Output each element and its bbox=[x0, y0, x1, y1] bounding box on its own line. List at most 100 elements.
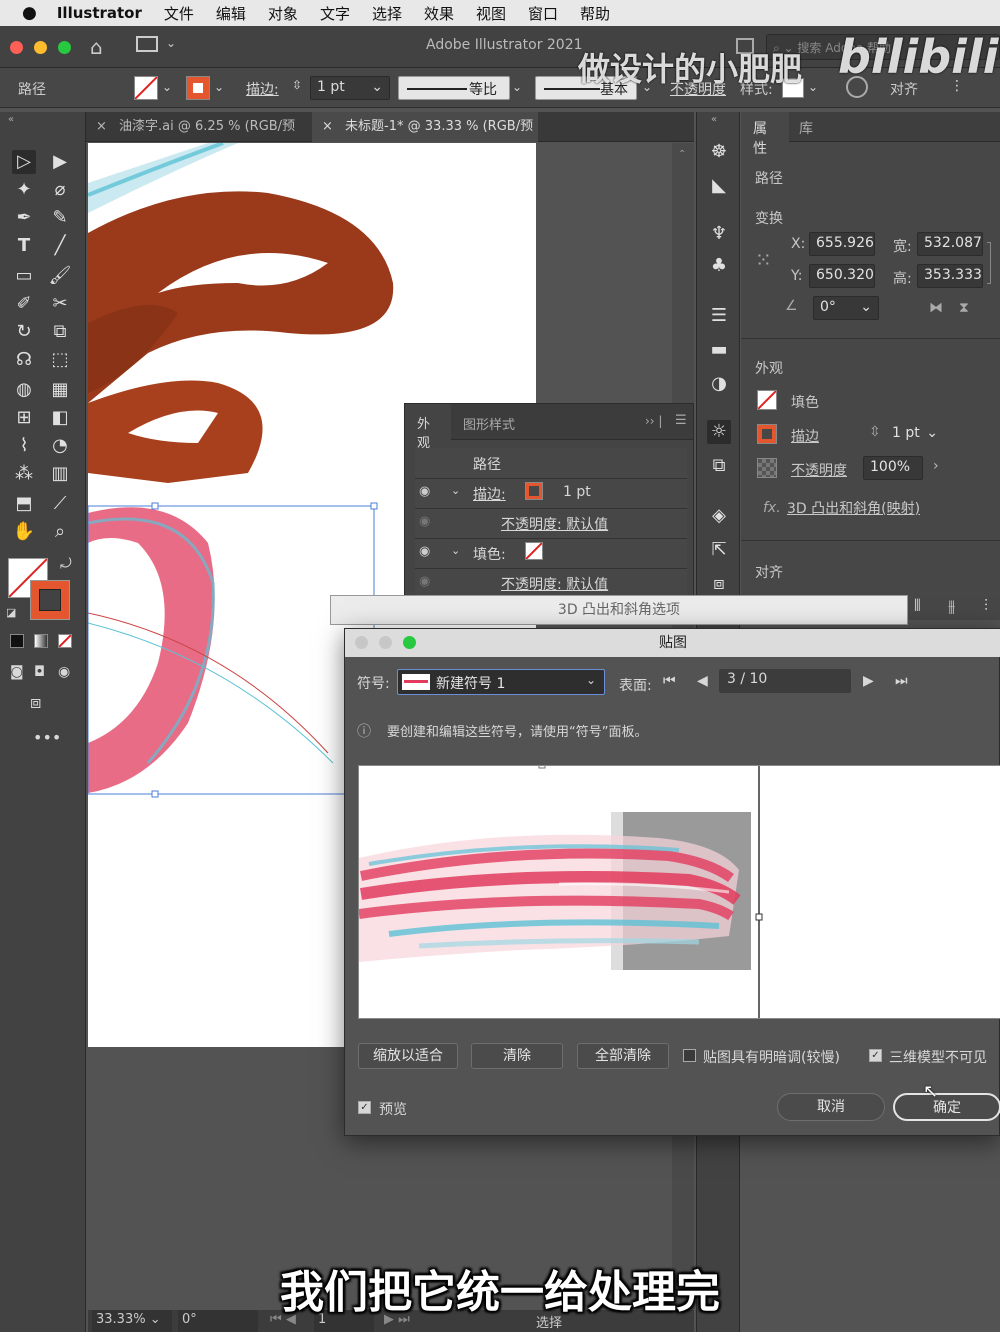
width-field[interactable]: 532.087 bbox=[917, 232, 983, 256]
panel-expand-icon[interactable]: ›› | bbox=[645, 414, 662, 428]
profile-chevron-icon[interactable]: ⌄ bbox=[512, 80, 522, 94]
menu-type[interactable]: 文字 bbox=[320, 3, 350, 24]
close-tab-icon[interactable]: × bbox=[96, 119, 107, 134]
y-field[interactable]: 650.320 bbox=[809, 264, 875, 288]
flip-vertical-icon[interactable]: ⧗ bbox=[959, 300, 969, 316]
fill-swatch[interactable] bbox=[525, 542, 543, 560]
tab-libraries[interactable]: 库 bbox=[799, 118, 813, 138]
expand-chevron-icon[interactable]: ⌄ bbox=[451, 484, 460, 497]
tab-appearance[interactable]: 外观 bbox=[405, 404, 451, 451]
visibility-eye-icon[interactable]: ◉ bbox=[419, 514, 430, 529]
close-window-button[interactable] bbox=[10, 41, 23, 54]
shade-artwork-checkbox[interactable] bbox=[683, 1049, 696, 1062]
menu-select[interactable]: 选择 bbox=[372, 3, 402, 24]
default-colors-icon[interactable]: ◪ bbox=[6, 606, 16, 619]
menu-edit[interactable]: 编辑 bbox=[216, 3, 246, 24]
zoom-tool-icon[interactable]: ⌕ bbox=[48, 520, 72, 544]
menu-help[interactable]: 帮助 bbox=[580, 3, 610, 24]
next-surface-icon[interactable]: ▶ bbox=[863, 673, 874, 689]
tab-document-2[interactable]: × 未标题-1* @ 33.33 % (RGB/预览) bbox=[312, 112, 538, 164]
stroke-swatch[interactable] bbox=[186, 76, 210, 100]
free-transform-tool-icon[interactable]: ⬚ bbox=[48, 348, 72, 372]
close-tab-icon[interactable]: × bbox=[322, 119, 333, 134]
stroke-swatch[interactable] bbox=[525, 482, 543, 500]
stroke-swatch[interactable] bbox=[757, 424, 777, 444]
fill-swatch[interactable] bbox=[757, 390, 777, 410]
transparency-icon[interactable]: ◑ bbox=[707, 372, 731, 396]
invisible-geometry-checkbox[interactable]: ✓ bbox=[869, 1049, 882, 1062]
flip-horizontal-icon[interactable]: ⧓ bbox=[929, 300, 943, 316]
shape-panel-icon[interactable]: ◣ bbox=[707, 174, 731, 198]
dialog-minimize-button[interactable] bbox=[379, 636, 392, 649]
clear-button[interactable]: 清除 bbox=[471, 1043, 563, 1069]
type-tool-icon[interactable]: T bbox=[12, 234, 36, 258]
visibility-eye-icon[interactable]: ◉ bbox=[419, 574, 430, 589]
stroke-chevron-icon[interactable]: ⌄ bbox=[214, 80, 224, 94]
apple-icon[interactable]: ● bbox=[22, 3, 37, 23]
last-surface-icon[interactable]: ⏭ bbox=[895, 673, 908, 689]
hand-tool-icon[interactable]: ✋ bbox=[12, 520, 36, 544]
stroke-label[interactable]: 描边: bbox=[246, 79, 279, 99]
rotate-tool-icon[interactable]: ↻ bbox=[12, 320, 36, 344]
scale-tool-icon[interactable]: ⧉ bbox=[48, 320, 72, 344]
draw-normal-icon[interactable]: ◙ bbox=[10, 664, 24, 680]
stroke-weight-field[interactable]: 1 pt ⌄ bbox=[310, 76, 390, 100]
color-guide-icon[interactable]: ☸ bbox=[707, 140, 731, 164]
app-menu[interactable]: Illustrator bbox=[57, 4, 142, 22]
mesh-tool-icon[interactable]: ⊞ bbox=[12, 406, 36, 430]
column-graph-tool-icon[interactable]: ▥ bbox=[48, 462, 72, 486]
clear-all-button[interactable]: 全部清除 bbox=[577, 1043, 669, 1069]
paintbrush-tool-icon[interactable]: 🖌 bbox=[48, 264, 72, 288]
fill-chevron-icon[interactable]: ⌄ bbox=[162, 80, 172, 94]
cancel-button[interactable]: 取消 bbox=[777, 1093, 885, 1121]
draw-inside-icon[interactable]: ◉ bbox=[58, 664, 70, 680]
pen-tool-icon[interactable]: ✒ bbox=[12, 206, 36, 230]
preview-checkbox[interactable]: ✓ bbox=[358, 1101, 371, 1114]
stroke-weight-field[interactable]: 1 pt ⌄ bbox=[885, 422, 945, 446]
tab-document-1[interactable]: × 油漆字.ai @ 6.25 % (RGB/预览) bbox=[86, 112, 312, 164]
surface-field[interactable]: 3 / 10 bbox=[719, 669, 851, 693]
direct-selection-tool-icon[interactable]: ▶ bbox=[48, 150, 72, 174]
scale-to-fit-button[interactable]: 缩放以适合 bbox=[358, 1043, 458, 1069]
stroke-panel-icon[interactable]: ☰ bbox=[707, 304, 731, 328]
zoom-window-button[interactable] bbox=[58, 41, 71, 54]
menu-window[interactable]: 窗口 bbox=[528, 3, 558, 24]
scissors-tool-icon[interactable]: ✂ bbox=[48, 292, 72, 316]
visibility-eye-icon[interactable]: ◉ bbox=[419, 484, 430, 499]
screen-mode-icon[interactable]: ⧈ bbox=[30, 692, 41, 713]
variable-width-profile[interactable]: 等比 bbox=[398, 76, 510, 100]
menu-effect[interactable]: 效果 bbox=[424, 3, 454, 24]
fill-swatch[interactable] bbox=[134, 76, 158, 100]
constrain-proportions-icon[interactable] bbox=[987, 242, 991, 284]
stroke-stepper-icon[interactable]: ⇳ bbox=[869, 424, 881, 440]
height-field[interactable]: 353.333 bbox=[917, 264, 983, 288]
brushes-icon[interactable]: ♆ bbox=[707, 222, 731, 246]
perspective-grid-tool-icon[interactable]: ▦ bbox=[48, 378, 72, 402]
stroke-color-box[interactable] bbox=[30, 580, 70, 620]
warp-tool-icon[interactable]: ☊ bbox=[12, 348, 36, 372]
collapse-panel-icon[interactable]: « bbox=[8, 114, 14, 125]
minimize-window-button[interactable] bbox=[34, 41, 47, 54]
gradient-mode-icon[interactable] bbox=[34, 634, 48, 648]
none-mode-icon[interactable] bbox=[58, 634, 72, 648]
curvature-tool-icon[interactable]: ✎ bbox=[48, 206, 72, 230]
fill-opacity-link[interactable]: 不透明度: 默认值 bbox=[501, 574, 608, 594]
artboard-tool-icon[interactable]: ⬒ bbox=[12, 492, 36, 516]
angle-field[interactable]: 0° ⌄ bbox=[813, 296, 879, 320]
x-field[interactable]: 655.926 bbox=[809, 232, 875, 256]
tab-properties[interactable]: 属性 bbox=[741, 112, 789, 157]
line-tool-icon[interactable]: ╱ bbox=[48, 234, 72, 258]
first-surface-icon[interactable]: ⏮ bbox=[663, 673, 676, 689]
gradient-panel-icon[interactable]: ▬ bbox=[707, 338, 731, 362]
tab-graphic-styles[interactable]: 图形样式 bbox=[463, 414, 515, 433]
dialog-zoom-button[interactable] bbox=[403, 636, 416, 649]
effect-3d-extrude-link[interactable]: 3D 凸出和斜角(映射) bbox=[787, 498, 920, 518]
map-preview-area[interactable] bbox=[358, 763, 1000, 1019]
fill-attribute-label[interactable]: 填色: bbox=[473, 544, 506, 564]
expand-chevron-icon[interactable]: ⌄ bbox=[451, 544, 460, 557]
menu-object[interactable]: 对象 bbox=[268, 3, 298, 24]
opacity-field[interactable]: 100% bbox=[863, 456, 923, 480]
layers-icon[interactable]: ◈ bbox=[707, 504, 731, 528]
slice-tool-icon[interactable]: ⟋ bbox=[48, 492, 72, 516]
align-center-icon[interactable]: ⫵ bbox=[948, 596, 955, 616]
